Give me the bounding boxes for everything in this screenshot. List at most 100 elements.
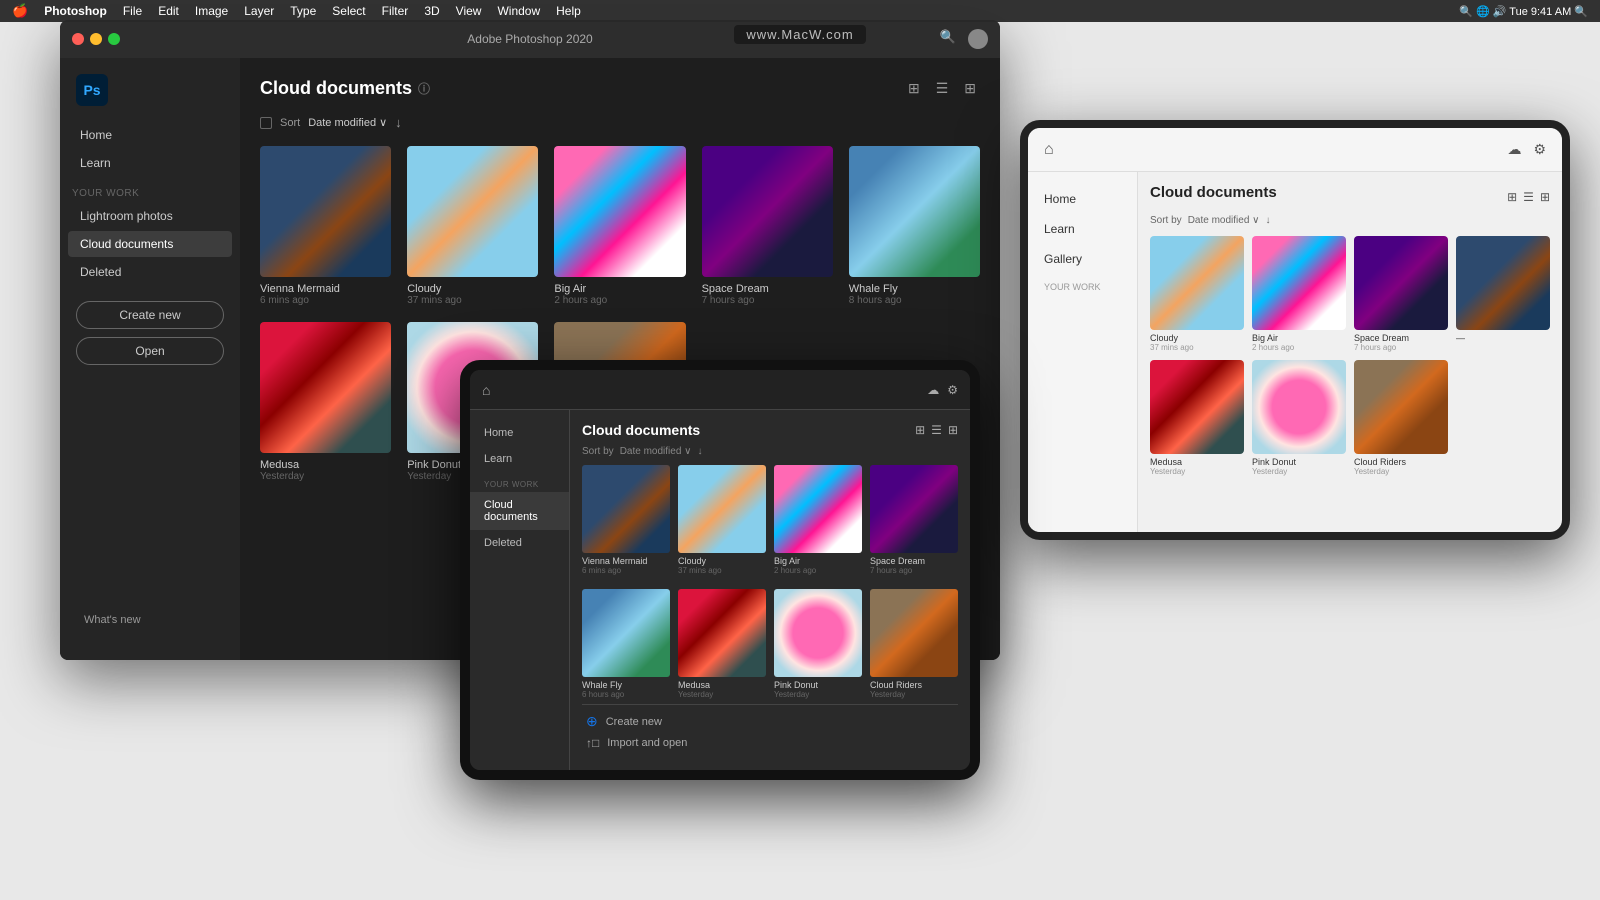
info-icon[interactable]: ⓘ <box>418 80 430 97</box>
sidebar-item-deleted[interactable]: Deleted <box>68 259 232 285</box>
ipad-p-list-view[interactable]: ☰ <box>931 423 942 437</box>
cloud-icon[interactable]: ☁ <box>1507 141 1521 158</box>
ipad-p-thumb-cloudriders <box>870 589 958 677</box>
menu-layer[interactable]: Layer <box>244 4 274 18</box>
doc-card-big-air[interactable]: Big Air 2 hours ago <box>554 146 685 306</box>
ipad-doc-name: Big Air <box>1252 333 1346 343</box>
content-header: Cloud documents ⓘ ⊞ ☰ ⊞ <box>260 78 980 99</box>
ipad-p-doc-whalefly[interactable]: Whale Fly 6 hours ago <box>582 589 670 705</box>
doc-card-space-dream[interactable]: Space Dream 7 hours ago <box>702 146 833 306</box>
ipad-p-thumb-cloudy <box>678 465 766 553</box>
sidebar-nav: Home Learn <box>60 122 240 176</box>
ipad-portrait-inner: ⌂ ☁ ⚙ Home Learn YOUR WORK Cloud documen… <box>470 370 970 770</box>
ipad-sync-icon[interactable]: ⊞ <box>1507 190 1517 204</box>
ipad-p-grid-view[interactable]: ⊞ <box>948 423 958 437</box>
menu-filter[interactable]: Filter <box>382 4 409 18</box>
ipad-landscape-grid: Cloudy 37 mins ago Big Air 2 hours ago S… <box>1150 236 1550 476</box>
ipad-p-thumb-pinkdonut <box>774 589 862 677</box>
ipad-sort-select[interactable]: Date modified ∨ <box>1188 215 1260 226</box>
ipad-portrait-grid: Vienna Mermaid 6 mins ago Cloudy 37 mins… <box>582 465 958 704</box>
ipad-p-sync-icon[interactable]: ⊞ <box>915 423 925 437</box>
ipad-p-doc-cloudriders[interactable]: Cloud Riders Yesterday <box>870 589 958 705</box>
sort-direction-icon[interactable]: ↓ <box>395 115 402 130</box>
ipad-p-doc-pinkdonut[interactable]: Pink Donut Yesterday <box>774 589 862 705</box>
ipad-p-doc-time: Yesterday <box>774 690 862 699</box>
doc-card-cloudy[interactable]: Cloudy 37 mins ago <box>407 146 538 306</box>
ipad-landscape-body: Home Learn Gallery YOUR WORK Cloud docum… <box>1028 172 1562 532</box>
menu-select[interactable]: Select <box>332 4 365 18</box>
sidebar-item-learn[interactable]: Learn <box>68 150 232 176</box>
ipad-nav-home[interactable]: Home <box>1028 184 1137 214</box>
doc-thumb-spacedream <box>702 146 833 277</box>
macos-menubar: 🍎 Photoshop File Edit Image Layer Type S… <box>0 0 1600 22</box>
ipad-p-sort-select[interactable]: Date modified ∨ <box>620 446 692 457</box>
doc-card-whale-fly[interactable]: Whale Fly 8 hours ago <box>849 146 980 306</box>
ipad-grid-view[interactable]: ⊞ <box>1540 190 1550 204</box>
ipad-p-nav-cloud-docs[interactable]: Cloud documents <box>470 492 569 530</box>
open-button[interactable]: Open <box>76 337 224 365</box>
menu-image[interactable]: Image <box>195 4 228 18</box>
menu-window[interactable]: Window <box>497 4 540 18</box>
grid-view-button[interactable]: ⊞ <box>960 78 980 99</box>
list-view-button[interactable]: ☰ <box>932 78 953 99</box>
menu-edit[interactable]: Edit <box>158 4 179 18</box>
menu-photoshop[interactable]: Photoshop <box>44 4 107 18</box>
ipad-p-cloud-icon[interactable]: ☁ <box>927 383 939 397</box>
doc-card-medusa[interactable]: Medusa Yesterday <box>260 322 391 482</box>
menu-view[interactable]: View <box>456 4 482 18</box>
ipad-p-doc-name: Cloudy <box>678 556 766 566</box>
ipad-thumb-spacedream <box>1354 236 1448 330</box>
ipad-p-doc-spacedream[interactable]: Space Dream 7 hours ago <box>870 465 958 581</box>
gear-icon[interactable]: ⚙ <box>1533 141 1546 158</box>
ipad-p-doc-cloudy[interactable]: Cloudy 37 mins ago <box>678 465 766 581</box>
doc-card-vienna-mermaid[interactable]: Vienna Mermaid 6 mins ago <box>260 146 391 306</box>
menu-file[interactable]: File <box>123 4 142 18</box>
ipad-doc-medusa[interactable]: Medusa Yesterday <box>1150 360 1244 476</box>
sort-label: Sort <box>280 117 300 129</box>
watermark: www.MacW.com <box>0 25 1600 44</box>
ipad-p-nav-learn[interactable]: Learn <box>470 446 569 472</box>
home-icon[interactable]: ⌂ <box>1044 141 1054 159</box>
ipad-portrait-body: Home Learn YOUR WORK Cloud documents Del… <box>470 410 970 770</box>
doc-name: Whale Fly <box>849 283 980 295</box>
ipad-sort-dir[interactable]: ↓ <box>1265 215 1270 226</box>
ipad-p-home-icon[interactable]: ⌂ <box>482 382 490 398</box>
sidebar-item-home[interactable]: Home <box>68 122 232 148</box>
ipad-p-doc-vienna[interactable]: Vienna Mermaid 6 mins ago <box>582 465 670 581</box>
create-new-label: Create new <box>606 716 662 728</box>
menu-help[interactable]: Help <box>556 4 581 18</box>
menu-3d[interactable]: 3D <box>424 4 439 18</box>
ipad-doc-spacedream[interactable]: Space Dream 7 hours ago <box>1354 236 1448 352</box>
ipad-p-doc-bigair[interactable]: Big Air 2 hours ago <box>774 465 862 581</box>
ipad-doc-cloudy[interactable]: Cloudy 37 mins ago <box>1150 236 1244 352</box>
doc-time: 6 mins ago <box>260 295 391 306</box>
apple-icon[interactable]: 🍎 <box>12 3 28 19</box>
sync-icon[interactable]: ⊞ <box>904 78 924 99</box>
ipad-list-view[interactable]: ☰ <box>1523 190 1534 204</box>
ipad-doc-placeholder[interactable]: — <box>1456 236 1550 352</box>
import-icon: ↑□ <box>586 736 599 750</box>
create-new-button[interactable]: Create new <box>76 301 224 329</box>
ipad-p-sort-dir[interactable]: ↓ <box>697 446 702 457</box>
ipad-p-gear-icon[interactable]: ⚙ <box>947 383 958 397</box>
ipad-nav-gallery[interactable]: Gallery <box>1028 244 1137 274</box>
sidebar-item-cloud-docs[interactable]: Cloud documents <box>68 231 232 257</box>
whats-new-link[interactable]: What's new <box>72 608 228 632</box>
ipad-p-doc-name: Medusa <box>678 680 766 690</box>
create-new-item[interactable]: ⊕ Create new <box>582 713 958 730</box>
ipad-p-nav-home[interactable]: Home <box>470 420 569 446</box>
menu-type[interactable]: Type <box>290 4 316 18</box>
ipad-doc-pinkdonut[interactable]: Pink Donut Yesterday <box>1252 360 1346 476</box>
ipad-p-thumb-bigair <box>774 465 862 553</box>
ipad-doc-bigair[interactable]: Big Air 2 hours ago <box>1252 236 1346 352</box>
ipad-p-nav-deleted[interactable]: Deleted <box>470 530 569 556</box>
sidebar-item-lightroom[interactable]: Lightroom photos <box>68 203 232 229</box>
import-open-item[interactable]: ↑□ Import and open <box>582 736 958 750</box>
ipad-doc-time: 37 mins ago <box>1150 343 1244 352</box>
ipad-p-doc-medusa[interactable]: Medusa Yesterday <box>678 589 766 705</box>
ipad-nav-learn[interactable]: Learn <box>1028 214 1137 244</box>
ipad-landscape-inner: ⌂ ☁ ⚙ Home Learn Gallery YOUR WORK Cloud… <box>1028 128 1562 532</box>
sort-select[interactable]: Date modified ∨ <box>308 116 387 129</box>
sort-checkbox[interactable] <box>260 117 272 129</box>
ipad-doc-cloudriders[interactable]: Cloud Riders Yesterday <box>1354 360 1448 476</box>
